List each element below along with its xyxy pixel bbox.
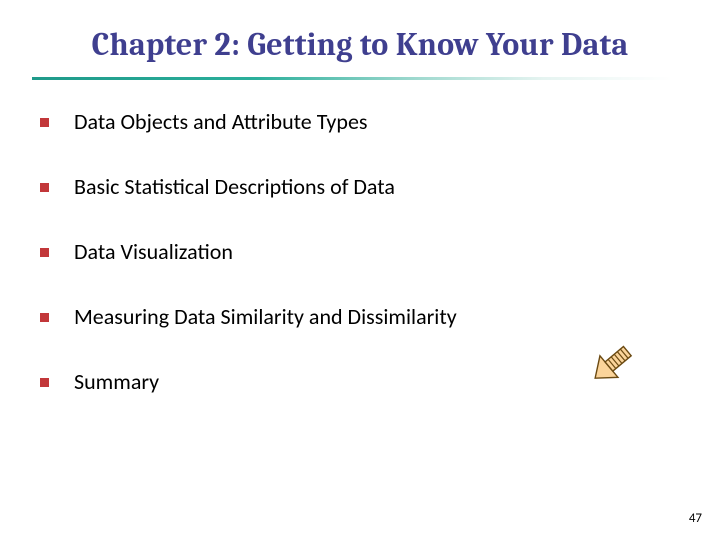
list-item: Data Visualization [40, 238, 680, 265]
page-number: 47 [689, 511, 702, 526]
list-item: Basic Statistical Descriptions of Data [40, 173, 680, 200]
slide: Chapter 2: Getting to Know Your Data Dat… [0, 0, 720, 540]
pointer-arrow-icon [584, 340, 640, 388]
list-item: Measuring Data Similarity and Dissimilar… [40, 303, 680, 330]
slide-title: Chapter 2: Getting to Know Your Data [0, 0, 720, 63]
list-item: Data Objects and Attribute Types [40, 108, 680, 135]
